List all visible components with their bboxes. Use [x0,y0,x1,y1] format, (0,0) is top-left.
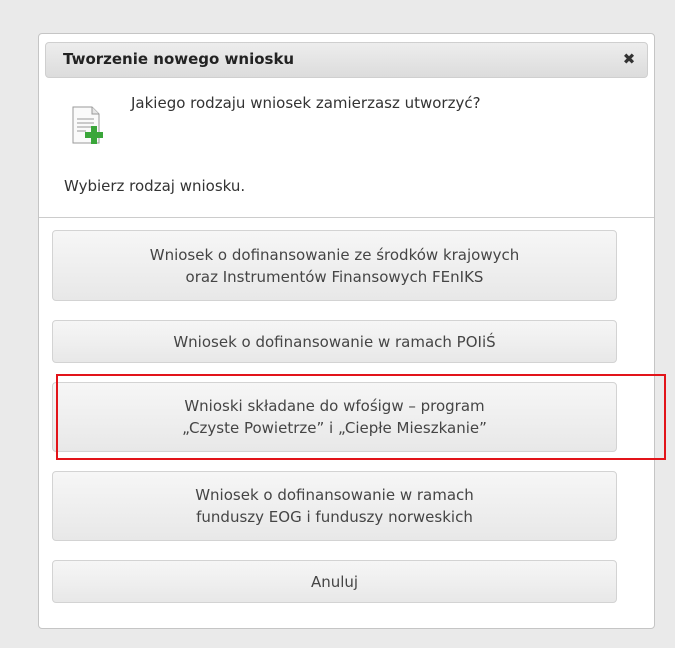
document-add-icon [72,106,103,144]
close-icon[interactable]: ✖ [619,49,639,69]
cancel-button[interactable]: Anuluj [52,560,617,603]
poiis-application-button[interactable]: Wniosek o dofinansowanie w ramach POIiŚ [52,320,617,363]
button-label-line: oraz Instrumentów Finansowych FEnIKS [185,267,484,286]
button-label-line: „Czyste Powietrze” i „Ciepłe Mieszkanie” [182,419,487,437]
create-application-dialog: Tworzenie nowego wniosku ✖ Jakiego rodza… [38,33,655,629]
feniks-application-button[interactable]: Wniosek o dofinansowanie ze środków kraj… [52,230,617,301]
instruction-text: Wybierz rodzaj wniosku. [64,177,246,195]
dialog-titlebar: Tworzenie nowego wniosku ✖ [45,42,648,78]
button-label-line: Wniosek o dofinansowanie w ramach POIiŚ [173,332,496,351]
button-label-line: funduszy EOG i funduszy norweskich [196,508,473,526]
dialog-title: Tworzenie nowego wniosku [63,50,295,68]
wfosigw-application-button[interactable]: Wnioski składane do wfośigw – program „C… [52,382,617,452]
button-label-line: Wniosek o dofinansowanie ze środków kraj… [149,245,520,264]
eog-norway-application-button[interactable]: Wniosek o dofinansowanie w ramach fundus… [52,471,617,541]
button-label-line: Wniosek o dofinansowanie w ramach [195,486,474,504]
separator [39,217,654,218]
button-label-line: Wnioski składane do wfośigw – program [184,397,485,415]
question-text: Jakiego rodzaju wniosek zamierzasz utwor… [131,94,481,112]
button-label-line: Anuluj [310,572,359,591]
